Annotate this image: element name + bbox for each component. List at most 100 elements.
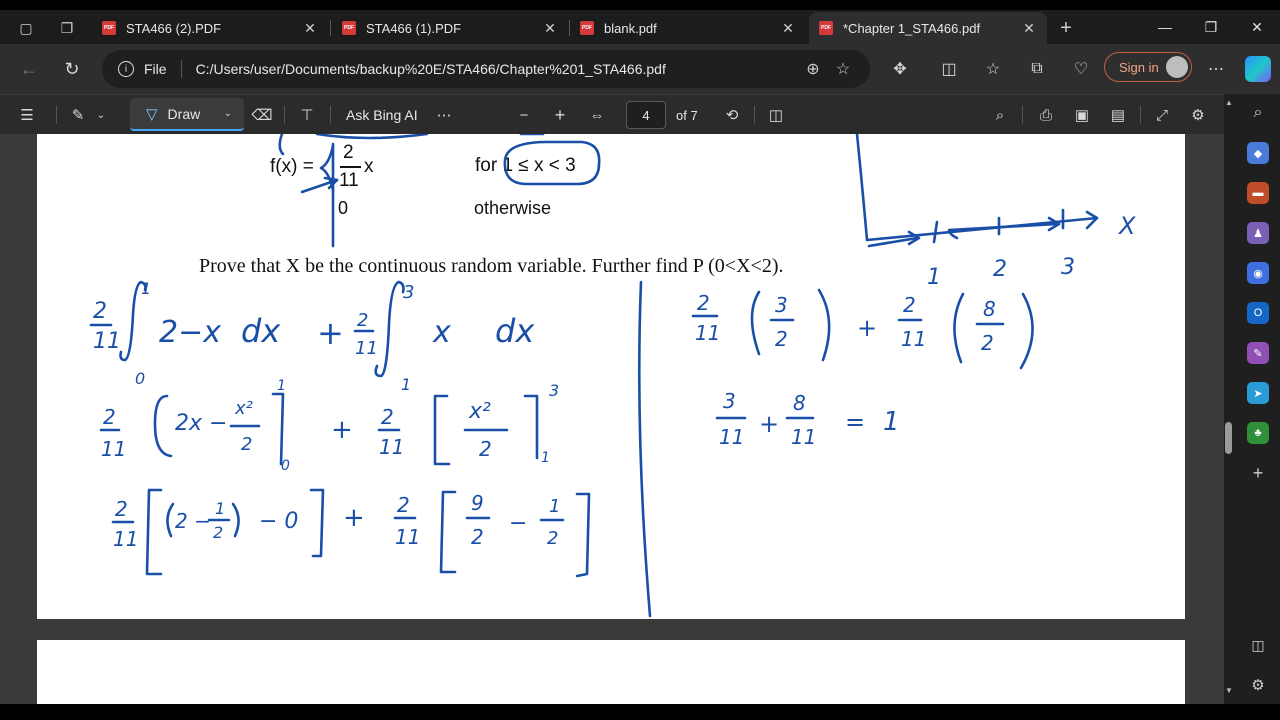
- collections-icon[interactable]: ⧉: [1024, 56, 1050, 82]
- scroll-up-icon[interactable]: ▲: [1225, 98, 1233, 107]
- close-icon[interactable]: ✕: [780, 20, 796, 37]
- save-icon[interactable]: ▣: [1070, 102, 1094, 128]
- svg-text:1: 1: [541, 450, 550, 466]
- svg-text:2: 2: [471, 525, 484, 549]
- svg-text:+: +: [857, 314, 877, 342]
- sidebar-toggle-icon[interactable]: ◫: [1247, 634, 1269, 656]
- tab-actions-icon[interactable]: ❐: [56, 17, 78, 39]
- url-text[interactable]: C:/Users/user/Documents/backup%20E/STA46…: [196, 61, 798, 77]
- svg-text:2: 2: [981, 331, 994, 355]
- zoom-icon[interactable]: ⊕: [798, 59, 828, 79]
- svg-text:2: 2: [93, 299, 107, 324]
- svg-text:x: x: [432, 315, 451, 350]
- minimize-icon[interactable]: —: [1142, 10, 1188, 44]
- sidebar-designer-icon[interactable]: ✎: [1247, 342, 1269, 364]
- svg-text:2: 2: [381, 405, 394, 429]
- scroll-down-icon[interactable]: ▼: [1225, 686, 1233, 695]
- tab-chapter-1[interactable]: PDF *Chapter 1_STA466.pdf ✕: [809, 12, 1047, 44]
- svg-text:11: 11: [101, 437, 126, 461]
- more-options-icon[interactable]: ⋯: [1203, 56, 1229, 82]
- close-icon[interactable]: ✕: [302, 20, 318, 37]
- sidebar-tree-icon[interactable]: ♣: [1247, 422, 1269, 444]
- refresh-icon[interactable]: ↻: [59, 56, 85, 82]
- restore-icon[interactable]: ❐: [1188, 10, 1234, 44]
- pdf-page[interactable]: f(x) = 2 11 x for 1 ≤ x < 3 0 otherwise …: [37, 134, 1185, 619]
- close-icon[interactable]: ✕: [542, 20, 558, 37]
- search-icon[interactable]: ⌕: [988, 102, 1012, 128]
- svg-text:11: 11: [395, 525, 420, 549]
- sidebar-add-icon[interactable]: +: [1247, 462, 1269, 484]
- svg-text:11: 11: [379, 435, 404, 459]
- sidebar-outlook-icon[interactable]: O: [1247, 302, 1269, 324]
- eraser-icon[interactable]: ⌫: [250, 102, 274, 128]
- tab-sta466-2[interactable]: PDF STA466 (2).PDF ✕: [92, 12, 328, 44]
- svg-text:2: 2: [697, 291, 710, 315]
- chevron-down-icon[interactable]: ⌄: [92, 102, 110, 128]
- workspaces-icon[interactable]: ▢: [15, 17, 37, 39]
- sidebar-settings-icon[interactable]: ⚙: [1247, 674, 1269, 696]
- sidebar-search-icon[interactable]: ⌕: [1247, 102, 1269, 124]
- svg-text:3: 3: [549, 381, 559, 400]
- tab-title: blank.pdf: [604, 20, 657, 36]
- svg-text:X: X: [1117, 212, 1136, 240]
- document-viewport[interactable]: f(x) = 2 11 x for 1 ≤ x < 3 0 otherwise …: [0, 134, 1224, 704]
- svg-text:1: 1: [549, 496, 560, 517]
- rotate-icon[interactable]: ⟲: [720, 102, 744, 128]
- copilot-icon[interactable]: [1245, 56, 1271, 82]
- text-box-icon[interactable]: ⊤: [295, 102, 319, 128]
- svg-text:2: 2: [547, 528, 558, 549]
- highlight-icon[interactable]: ✎: [66, 102, 90, 128]
- close-window-icon[interactable]: ✕: [1234, 10, 1280, 44]
- ask-bing-ai-button[interactable]: Ask Bing AI: [346, 107, 418, 123]
- tab-title: *Chapter 1_STA466.pdf: [843, 20, 981, 36]
- scroll-thumb[interactable]: [1225, 422, 1232, 454]
- back-icon[interactable]: ←: [16, 56, 42, 82]
- svg-text:3: 3: [1061, 255, 1075, 280]
- svg-text:3: 3: [775, 293, 788, 317]
- sidebar-tools-icon[interactable]: ▬: [1247, 182, 1269, 204]
- sign-in-button[interactable]: Sign in: [1104, 52, 1192, 82]
- fullscreen-icon[interactable]: ⤢: [1150, 102, 1174, 128]
- favorite-star-icon[interactable]: ☆: [828, 59, 858, 79]
- favorites-icon[interactable]: ☆: [980, 56, 1006, 82]
- pdf-icon: PDF: [102, 21, 116, 35]
- address-bar[interactable]: i File C:/Users/user/Documents/backup%20…: [102, 50, 870, 88]
- chevron-down-icon[interactable]: ⌄: [224, 108, 232, 119]
- draw-button[interactable]: ▽ Draw ⌄: [130, 98, 244, 131]
- fit-page-icon[interactable]: ⇔: [585, 102, 609, 128]
- tab-blank[interactable]: PDF blank.pdf ✕: [570, 12, 806, 44]
- page-number-input[interactable]: [626, 101, 666, 129]
- new-tab-icon[interactable]: +: [1055, 17, 1077, 39]
- address-row: ← ↻ i File C:/Users/user/Documents/backu…: [0, 44, 1280, 94]
- svg-text:−: −: [509, 511, 527, 536]
- contents-icon[interactable]: ☰: [14, 102, 40, 128]
- svg-text:2: 2: [241, 434, 252, 455]
- info-icon[interactable]: i: [118, 61, 134, 77]
- svg-text:2: 2: [903, 293, 916, 317]
- svg-text:11: 11: [719, 425, 744, 449]
- svg-text:+: +: [759, 410, 779, 438]
- page-view-icon[interactable]: ◫: [764, 102, 788, 128]
- tab-strip: ▢ ❐ PDF STA466 (2).PDF ✕ PDF STA466 (1).…: [0, 10, 1280, 44]
- tab-sta466-1[interactable]: PDF STA466 (1).PDF ✕: [332, 12, 568, 44]
- sidebar-shopping-icon[interactable]: ◆: [1247, 142, 1269, 164]
- more-tools-icon[interactable]: ⋯: [432, 102, 456, 128]
- sidebar-copilot-icon[interactable]: ◉: [1247, 262, 1269, 284]
- sidebar-send-icon[interactable]: ➤: [1247, 382, 1269, 404]
- print-icon[interactable]: ⎙: [1034, 102, 1058, 128]
- scrollbar[interactable]: ▲ ▼: [1224, 94, 1234, 704]
- draw-pen-icon: ▽: [146, 105, 158, 123]
- split-screen-icon[interactable]: ◫: [936, 56, 962, 82]
- svg-text:x²: x²: [234, 398, 253, 419]
- extensions-icon[interactable]: ✥: [887, 56, 913, 82]
- zoom-out-icon[interactable]: −: [512, 102, 536, 128]
- sidebar-games-icon[interactable]: ♟: [1247, 222, 1269, 244]
- save-as-icon[interactable]: ▤: [1106, 102, 1130, 128]
- pdf-page-next[interactable]: [37, 640, 1185, 704]
- close-icon[interactable]: ✕: [1021, 20, 1037, 37]
- svg-text:dx: dx: [495, 312, 535, 350]
- settings-gear-icon[interactable]: ⚙: [1186, 102, 1210, 128]
- performance-icon[interactable]: ♡: [1068, 56, 1094, 82]
- zoom-in-icon[interactable]: +: [548, 102, 572, 128]
- pdf-toolbar: ☰ ✎ ⌄ ▽ Draw ⌄ ⌫ ⊤ Ask Bing AI ⋯ − + ⇔ o…: [0, 94, 1228, 134]
